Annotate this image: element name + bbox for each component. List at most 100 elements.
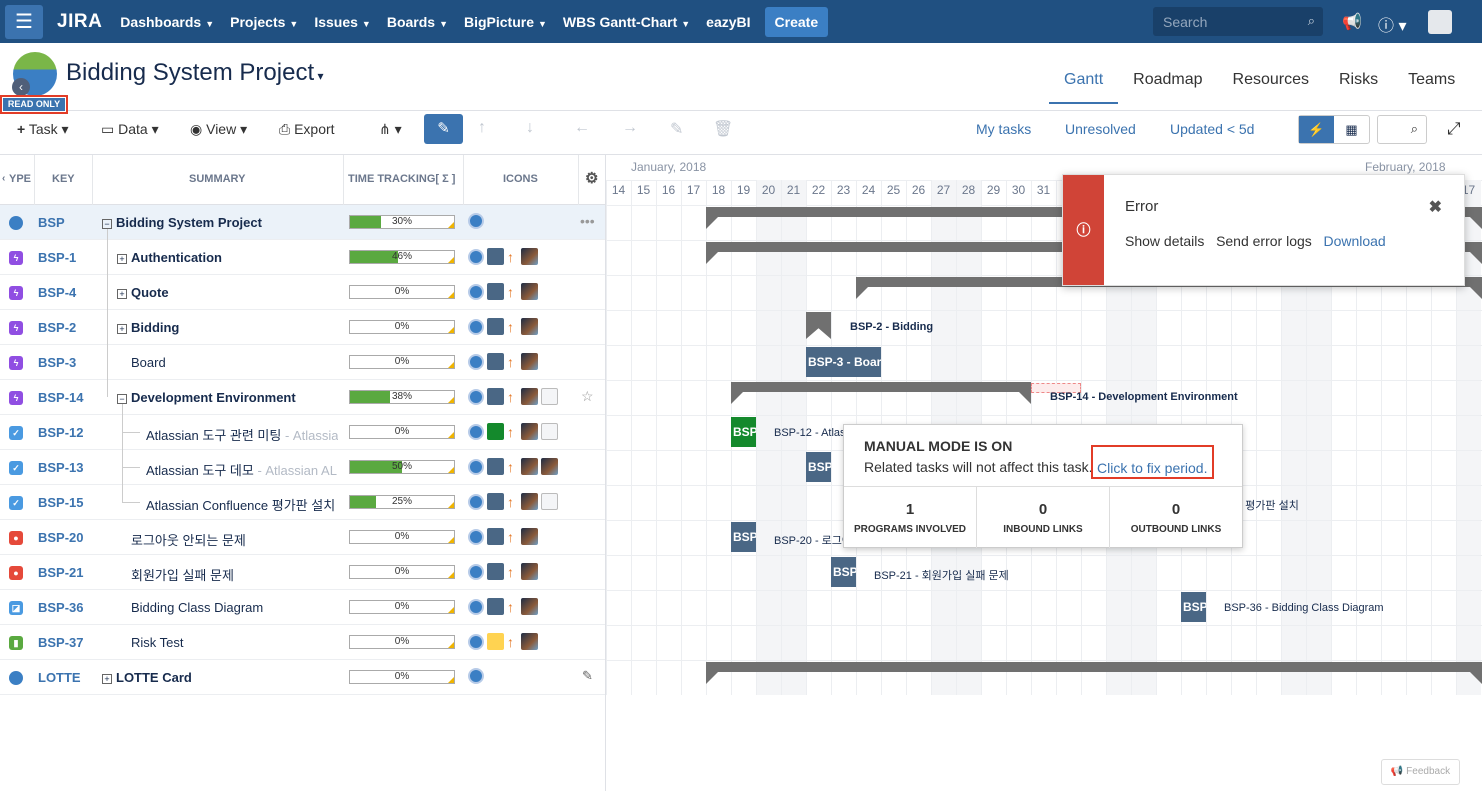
create-button[interactable]: Create — [764, 6, 829, 37]
gantt-summary-bar[interactable] — [731, 382, 1031, 404]
view-menu-button[interactable]: ◉ View ▾ — [190, 121, 247, 138]
issue-key[interactable]: BSP-20 — [38, 530, 84, 545]
issue-key[interactable]: BSP-4 — [38, 285, 76, 300]
issue-summary[interactable]: − Bidding System Project — [102, 215, 262, 230]
move-down-icon[interactable]: ↓ — [526, 119, 534, 137]
outdent-icon[interactable]: ← — [574, 119, 590, 137]
table-row[interactable]: ϟ BSP-14 − Development Environment 38% ↑ … — [0, 380, 605, 415]
gantt-task-bar[interactable]: BSP — [1181, 592, 1206, 622]
table-row[interactable]: ● BSP-21 회원가입 실패 문제 0% ↑ — [0, 555, 605, 590]
download-link[interactable]: Download — [1323, 233, 1385, 249]
column-icons[interactable]: ICONS — [503, 173, 538, 185]
issue-key[interactable]: LOTTE — [38, 670, 81, 685]
gantt-task-bar[interactable]: BSP — [731, 522, 756, 552]
table-row[interactable]: LOTTE + LOTTE Card 0% ✎ — [0, 660, 605, 695]
wbs-menu-icon[interactable]: ⋔ ▾ — [379, 121, 402, 138]
expand-icon[interactable]: + — [102, 674, 112, 684]
feedback-button[interactable]: 📢 Feedback — [1381, 759, 1460, 785]
expand-icon[interactable]: + — [117, 289, 127, 299]
issue-summary[interactable]: 로그아웃 안되는 문제 — [131, 530, 246, 549]
issue-summary[interactable]: Atlassian 도구 데모 - Atlassian AL — [146, 460, 337, 479]
issue-key[interactable]: BSP-15 — [38, 495, 84, 510]
issue-key[interactable]: BSP-2 — [38, 320, 76, 335]
issue-key[interactable]: BSP-21 — [38, 565, 84, 580]
issue-key[interactable]: BSP-14 — [38, 390, 84, 405]
nav-issues[interactable]: Issues ▼ — [306, 14, 379, 30]
pencil-icon[interactable]: ✎ — [670, 119, 683, 139]
show-details-link[interactable]: Show details — [1125, 233, 1204, 249]
table-row[interactable]: ● BSP-20 로그아웃 안되는 문제 0% ↑ — [0, 520, 605, 555]
export-button[interactable]: ⎙ Export — [279, 121, 335, 138]
column-time-tracking[interactable]: TIME TRACKING[ Σ ] — [348, 173, 455, 185]
table-row[interactable]: ◪ BSP-36 Bidding Class Diagram 0% ↑ — [0, 590, 605, 625]
collapse-icon[interactable]: − — [117, 394, 127, 404]
gear-icon[interactable]: ⚙ — [585, 169, 598, 187]
tab-roadmap[interactable]: Roadmap — [1118, 71, 1217, 104]
column-type[interactable]: YPE — [9, 173, 31, 185]
tab-resources[interactable]: Resources — [1218, 71, 1324, 104]
issue-summary[interactable]: 회원가입 실패 문제 — [131, 565, 234, 584]
issue-summary[interactable]: + Authentication — [117, 250, 222, 265]
megaphone-icon[interactable]: 📢 — [1342, 12, 1362, 32]
fullscreen-icon[interactable]: ⤢ — [1447, 119, 1461, 139]
table-row[interactable]: ✓ BSP-12 Atlassian 도구 관련 미팅 - Atlassian … — [0, 415, 605, 450]
task-menu-button[interactable]: + Task ▾ — [17, 121, 69, 138]
auto-schedule-icon[interactable]: ⚡ — [1299, 116, 1334, 143]
page-title[interactable]: Bidding System Project ▾ — [66, 59, 323, 87]
issue-key[interactable]: BSP-12 — [38, 425, 84, 440]
edit-pencil-button[interactable]: ✎ — [424, 114, 463, 144]
nav-bigpicture[interactable]: BigPicture ▼ — [456, 14, 555, 30]
gantt-task-bar[interactable]: BSP — [831, 557, 856, 587]
user-avatar[interactable] — [1428, 10, 1452, 34]
table-row[interactable]: ϟ BSP-2 + Bidding 0% ↑ — [0, 310, 605, 345]
move-up-icon[interactable]: ↑ — [478, 119, 486, 137]
filter-updated[interactable]: Updated < 5d — [1170, 121, 1254, 137]
issue-summary[interactable]: + Bidding — [117, 320, 179, 335]
jira-logo[interactable]: JIRA — [57, 11, 102, 33]
edit-icon[interactable]: ✎ — [582, 668, 593, 684]
table-row[interactable]: ϟ BSP-4 + Quote 0% ↑ — [0, 275, 605, 310]
issue-summary[interactable]: Risk Test — [131, 635, 184, 650]
type-collapse-icon[interactable]: ‹ — [2, 173, 5, 184]
more-options-icon[interactable]: ••• — [580, 213, 595, 229]
column-key[interactable]: KEY — [52, 173, 75, 185]
nav-eazybi[interactable]: eazyBI — [698, 14, 758, 30]
toolbar-search-button[interactable]: ⌕ — [1377, 115, 1427, 144]
table-row[interactable]: ✓ BSP-13 Atlassian 도구 데모 - Atlassian AL … — [0, 450, 605, 485]
back-arrow-icon[interactable]: ‹ — [12, 78, 30, 96]
issue-key[interactable]: BSP — [38, 215, 65, 230]
issue-summary[interactable]: + Quote — [117, 285, 169, 300]
app-switcher-menu-icon[interactable]: ☰ — [5, 4, 43, 39]
collapse-icon[interactable]: − — [102, 219, 112, 229]
trash-icon[interactable]: 🗑 — [713, 119, 733, 139]
tab-gantt[interactable]: Gantt — [1049, 71, 1119, 104]
column-summary[interactable]: SUMMARY — [189, 173, 245, 185]
calendar-icon[interactable]: ▦ — [1334, 116, 1369, 143]
gantt-task-bar[interactable]: BSP — [806, 452, 831, 482]
search-input[interactable]: Search ⌕ — [1153, 7, 1323, 36]
pin-icon[interactable]: ☆ — [581, 388, 594, 405]
issue-summary[interactable]: Atlassian Confluence 평가판 설치 — [146, 495, 335, 514]
indent-icon[interactable]: → — [622, 119, 638, 137]
filter-unresolved[interactable]: Unresolved — [1065, 121, 1136, 137]
issue-summary[interactable]: − Development Environment — [117, 390, 296, 405]
send-error-logs-link[interactable]: Send error logs — [1216, 233, 1312, 249]
tab-teams[interactable]: Teams — [1393, 71, 1470, 104]
issue-key[interactable]: BSP-36 — [38, 600, 84, 615]
issue-key[interactable]: BSP-37 — [38, 635, 84, 650]
issue-summary[interactable]: Atlassian 도구 관련 미팅 - Atlassian — [146, 425, 338, 444]
help-icon[interactable]: ⓘ ▾ — [1378, 12, 1406, 36]
nav-boards[interactable]: Boards ▼ — [379, 14, 456, 30]
issue-key[interactable]: BSP-1 — [38, 250, 76, 265]
gantt-task-bar[interactable]: BSP-3 - Board — [806, 347, 881, 377]
table-row[interactable]: ϟ BSP-3 Board 0% ↑ — [0, 345, 605, 380]
table-row[interactable]: ✓ BSP-15 Atlassian Confluence 평가판 설치 25%… — [0, 485, 605, 520]
issue-key[interactable]: BSP-13 — [38, 460, 84, 475]
expand-icon[interactable]: + — [117, 254, 127, 264]
fix-period-link[interactable]: Click to fix period. — [1097, 460, 1207, 476]
nav-wbs-gantt[interactable]: WBS Gantt-Chart ▼ — [555, 14, 698, 30]
issue-summary[interactable]: + LOTTE Card — [102, 670, 192, 685]
issue-key[interactable]: BSP-3 — [38, 355, 76, 370]
table-row[interactable]: BSP − Bidding System Project 30% ••• — [0, 205, 605, 240]
nav-projects[interactable]: Projects ▼ — [222, 14, 306, 30]
